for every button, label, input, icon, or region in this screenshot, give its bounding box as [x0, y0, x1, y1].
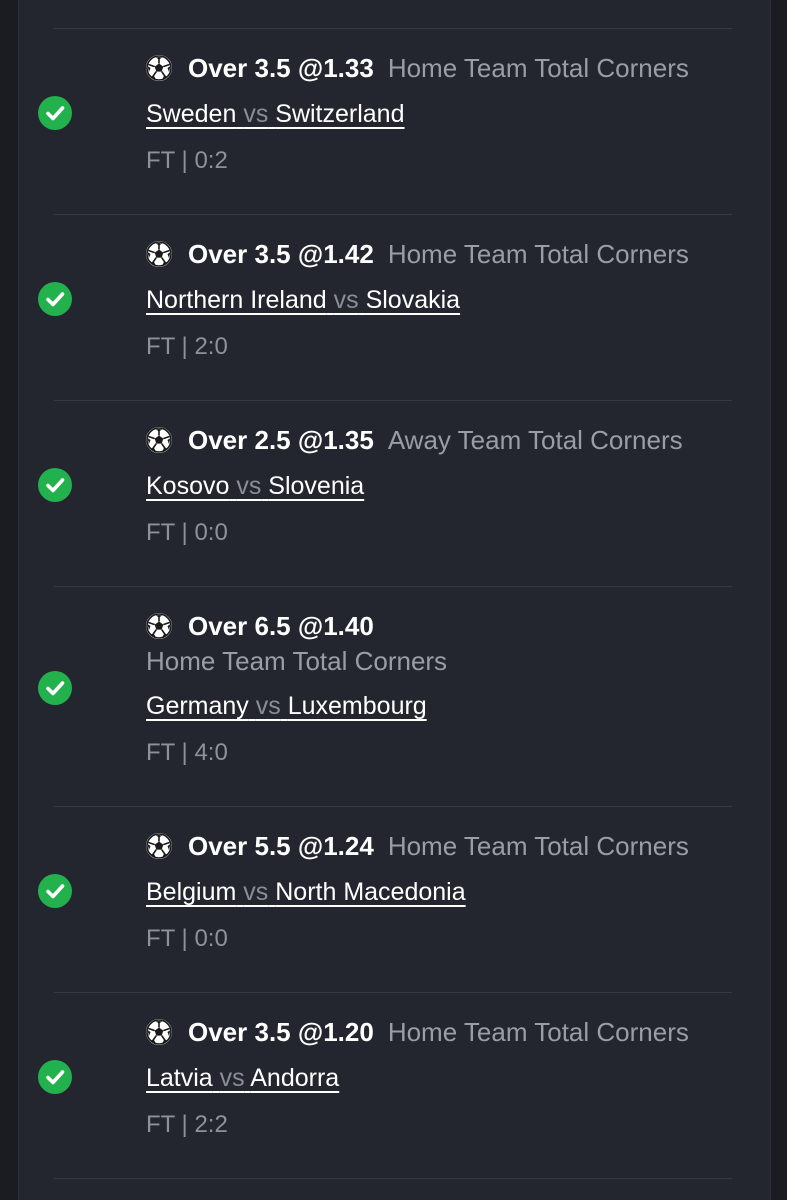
- check-circle-icon: [38, 96, 72, 130]
- away-team: Andorra: [250, 1064, 340, 1092]
- match-link[interactable]: Sweden vs Switzerland: [146, 100, 405, 129]
- bet-odds: Over 6.5 @1.40: [188, 610, 374, 641]
- soccer-ball-icon: [146, 833, 172, 859]
- check-circle-icon: [38, 468, 72, 502]
- bet-header: Over 2.5 @1.35 Away Team Total Corners: [145, 424, 683, 456]
- home-team: Belgium: [146, 878, 237, 906]
- vs-label: vs: [255, 692, 281, 720]
- bet-header: Over 3.5 @1.20 Home Team Total Corners: [145, 1016, 689, 1048]
- home-team: Germany: [146, 692, 249, 720]
- divider: [54, 214, 732, 215]
- match-result: FT | 0:0: [146, 925, 228, 952]
- bet-header: Over 3.5 @1.33 Home Team Total Corners: [145, 52, 689, 84]
- check-circle-icon: [38, 1060, 72, 1094]
- divider: [54, 400, 732, 401]
- soccer-ball-icon: [146, 427, 172, 453]
- match-link[interactable]: Latvia vs Andorra: [146, 1064, 339, 1093]
- home-team: Latvia: [146, 1064, 213, 1092]
- vs-label: vs: [219, 1064, 245, 1092]
- match-link[interactable]: Germany vs Luxembourg: [146, 692, 427, 721]
- vs-label: vs: [236, 472, 262, 500]
- divider: [54, 992, 732, 993]
- divider: [54, 586, 732, 587]
- away-team: North Macedonia: [275, 878, 466, 906]
- vs-label: vs: [243, 878, 269, 906]
- bet-market: Home Team Total Corners: [387, 1016, 689, 1047]
- away-team: Switzerland: [275, 100, 405, 128]
- check-circle-icon: [38, 282, 72, 316]
- bet-header: Over 6.5 @1.40: [145, 610, 388, 642]
- away-team: Slovenia: [268, 472, 365, 500]
- vs-label: vs: [243, 100, 269, 128]
- match-link[interactable]: Belgium vs North Macedonia: [146, 878, 466, 907]
- bet-odds: Over 2.5 @1.35: [188, 424, 374, 455]
- match-link[interactable]: Kosovo vs Slovenia: [146, 472, 364, 501]
- match-link[interactable]: Northern Ireland vs Slovakia: [146, 286, 460, 315]
- bet-market: Home Team Total Corners: [387, 52, 689, 83]
- home-team: Northern Ireland: [146, 286, 327, 314]
- soccer-ball-icon: [146, 613, 172, 639]
- divider: [54, 1178, 732, 1179]
- vs-label: vs: [333, 286, 359, 314]
- bet-odds: Over 3.5 @1.20: [188, 1016, 374, 1047]
- bet-market: Home Team Total Corners: [146, 646, 448, 676]
- soccer-ball-icon: [146, 241, 172, 267]
- soccer-ball-icon: [146, 55, 172, 81]
- bet-odds: Over 3.5 @1.33: [188, 52, 374, 83]
- soccer-ball-icon: [146, 1019, 172, 1045]
- bet-market: Home Team Total Corners: [387, 238, 689, 269]
- match-result: FT | 4:0: [146, 739, 228, 766]
- bet-header: Over 3.5 @1.42 Home Team Total Corners: [145, 238, 689, 270]
- match-result: FT | 2:2: [146, 1111, 228, 1138]
- bet-odds: Over 5.5 @1.24: [188, 830, 374, 861]
- bet-market: Home Team Total Corners: [387, 830, 689, 861]
- bet-header: Over 5.5 @1.24 Home Team Total Corners: [145, 830, 689, 862]
- bet-market: Away Team Total Corners: [387, 424, 683, 455]
- away-team: Luxembourg: [287, 692, 427, 720]
- home-team: Kosovo: [146, 472, 230, 500]
- match-result: FT | 2:0: [146, 333, 228, 360]
- match-result: FT | 0:0: [146, 519, 228, 546]
- divider: [54, 806, 732, 807]
- check-circle-icon: [38, 671, 72, 705]
- divider: [54, 28, 732, 29]
- bet-odds: Over 3.5 @1.42: [188, 238, 374, 269]
- away-team: Slovakia: [365, 286, 461, 314]
- home-team: Sweden: [146, 100, 237, 128]
- check-circle-icon: [38, 874, 72, 908]
- match-result: FT | 0:2: [146, 147, 228, 174]
